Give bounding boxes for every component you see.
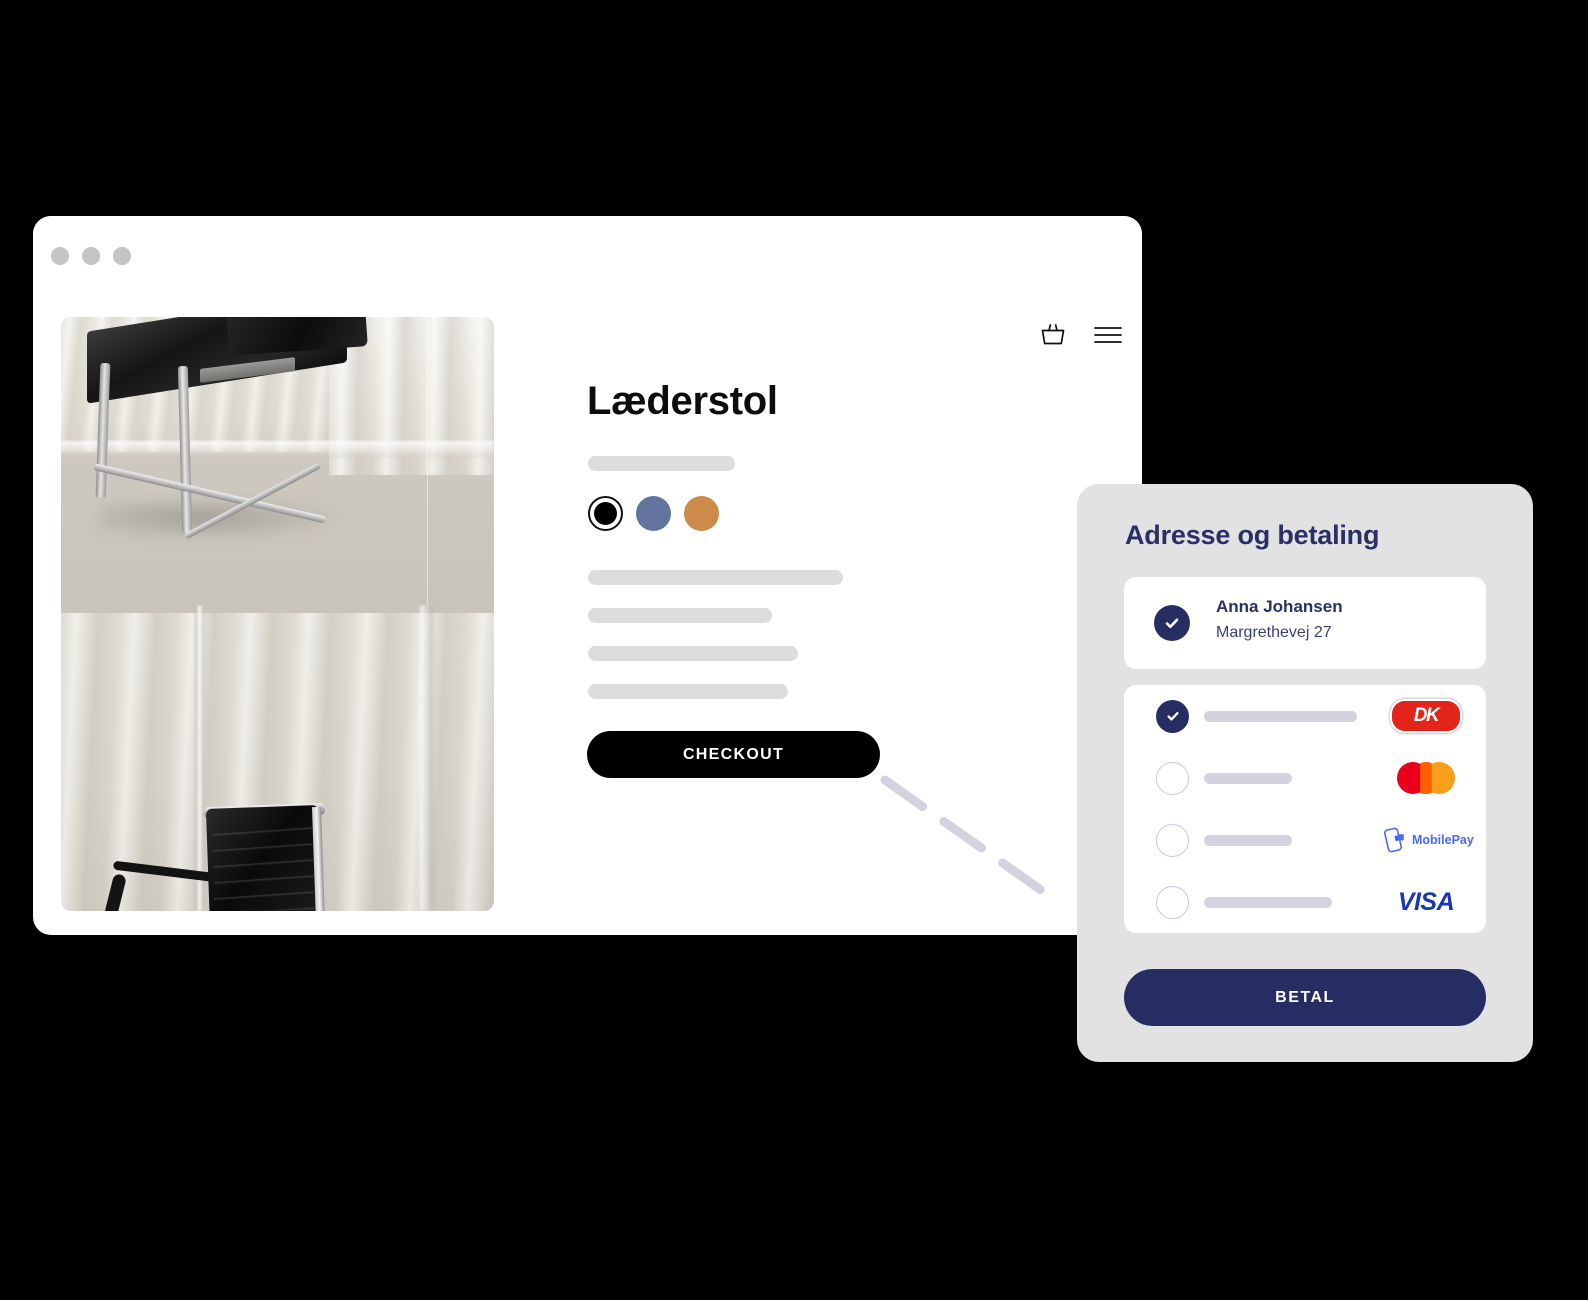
- shopping-basket-icon[interactable]: [1036, 318, 1070, 352]
- hamburger-menu-icon[interactable]: [1091, 318, 1125, 352]
- description-placeholder-4: [588, 684, 788, 699]
- pay-button[interactable]: BETAL: [1124, 969, 1486, 1026]
- address-name: Anna Johansen: [1216, 597, 1343, 616]
- product-title: Læderstol: [587, 379, 778, 423]
- payment-method-label-placeholder-4: [1204, 896, 1332, 908]
- description-placeholder-1: [588, 570, 843, 585]
- address-street: Margrethevej 27: [1216, 624, 1332, 641]
- window-dot-maximize[interactable]: [113, 247, 131, 265]
- payment-method-row-mastercard[interactable]: [1124, 747, 1486, 809]
- visa-logo: VISA: [1397, 887, 1455, 916]
- store-header-icons: [1036, 318, 1125, 352]
- product-subtitle-placeholder: [588, 456, 735, 471]
- color-swatch-black[interactable]: [588, 496, 623, 531]
- payment-method-label-placeholder-3: [1204, 834, 1292, 846]
- radio-selected-dankort-icon[interactable]: [1156, 699, 1189, 733]
- address-selected-check-icon[interactable]: [1154, 605, 1190, 641]
- payment-method-label-placeholder-2: [1204, 772, 1292, 784]
- payment-method-label-placeholder-1: [1204, 710, 1357, 722]
- description-placeholder-3: [588, 646, 798, 661]
- product-image-top[interactable]: [61, 317, 494, 605]
- radio-unselected-visa-icon[interactable]: [1156, 885, 1189, 919]
- color-swatch-group: [588, 496, 719, 531]
- description-placeholder-2: [588, 608, 772, 623]
- mastercard-logo: [1384, 758, 1468, 798]
- payment-methods-card: DK MobilePay VISA: [1124, 685, 1486, 933]
- window-control-dots: [51, 247, 131, 265]
- payment-method-row-visa[interactable]: VISA: [1124, 871, 1486, 933]
- product-image-bottom[interactable]: [61, 605, 494, 911]
- address-card[interactable]: Anna Johansen Margrethevej 27: [1124, 577, 1486, 669]
- radio-unselected-mobilepay-icon[interactable]: [1156, 823, 1189, 857]
- screenshot-stage: Læderstol CHECKOUT Adresse og betaling A…: [0, 0, 1588, 1300]
- color-swatch-tan[interactable]: [684, 496, 719, 531]
- product-gallery[interactable]: [61, 317, 494, 911]
- dankort-logo: DK: [1384, 696, 1468, 736]
- payment-panel: Adresse og betaling Anna Johansen Margre…: [1077, 484, 1533, 1062]
- payment-panel-title: Adresse og betaling: [1125, 520, 1380, 550]
- checkout-button[interactable]: CHECKOUT: [587, 731, 880, 778]
- color-swatch-blue[interactable]: [636, 496, 671, 531]
- radio-unselected-mastercard-icon[interactable]: [1156, 761, 1189, 795]
- payment-method-row-mobilepay[interactable]: MobilePay: [1124, 809, 1486, 871]
- browser-titlebar: [33, 216, 1142, 294]
- window-dot-close[interactable]: [51, 247, 69, 265]
- payment-method-row-dankort[interactable]: DK: [1124, 685, 1486, 747]
- mobilepay-logo: MobilePay: [1380, 820, 1480, 860]
- window-dot-minimize[interactable]: [82, 247, 100, 265]
